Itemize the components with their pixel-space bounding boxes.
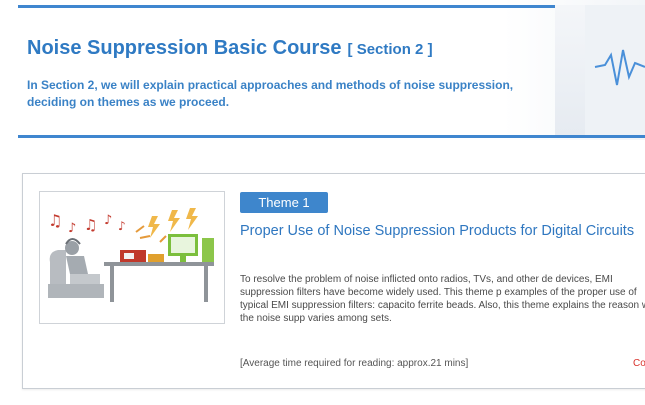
header-decoration <box>555 5 645 135</box>
theme-description: To resolve the problem of noise inflicte… <box>240 274 645 324</box>
course-header: Noise Suppression Basic Course [ Section … <box>0 0 645 140</box>
theme-badge: Theme 1 <box>240 192 328 213</box>
theme-title-link[interactable]: Proper Use of Noise Suppression Products… <box>240 223 645 239</box>
svg-text:♪: ♪ <box>104 213 112 228</box>
section-intro: In Section 2, we will explain practical … <box>27 78 514 109</box>
noise-illustration-icon: ♫ ♪ ♫ ♪ ♪ <box>48 208 214 302</box>
svg-text:♪: ♪ <box>118 219 126 233</box>
more-link[interactable]: Co <box>633 358 645 369</box>
svg-text:♫: ♫ <box>48 211 62 230</box>
course-title-text: Noise Suppression Basic Course <box>27 37 342 59</box>
course-title: Noise Suppression Basic Course [ Section … <box>27 37 547 60</box>
svg-text:♫: ♫ <box>84 216 97 234</box>
reading-time: [Average time required for reading: appr… <box>240 358 469 369</box>
header-bottom-rule <box>18 135 645 138</box>
section-label: [ Section 2 ] <box>347 41 433 58</box>
svg-text:♪: ♪ <box>68 221 76 236</box>
page: Noise Suppression Basic Course [ Section … <box>0 0 645 405</box>
theme-thumbnail[interactable]: ♫ ♪ ♫ ♪ ♪ <box>39 191 225 324</box>
waveform-icon <box>585 5 645 135</box>
theme-card[interactable]: ♫ ♪ ♫ ♪ ♪ Theme 1 Proper Use of Noise Su… <box>22 173 645 389</box>
header-top-rule <box>18 5 645 8</box>
